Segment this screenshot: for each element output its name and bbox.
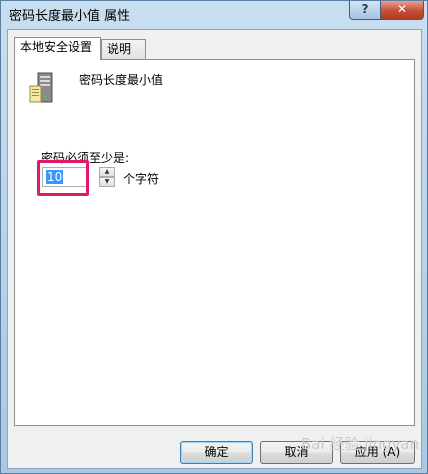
help-button[interactable]: ?	[349, 1, 381, 20]
window-title: 密码长度最小值 属性	[9, 9, 131, 24]
tab-explain[interactable]: 说明	[101, 39, 146, 59]
unit-label: 个字符	[123, 172, 160, 186]
close-button[interactable]: ✕	[380, 1, 424, 20]
ok-button[interactable]: 确定	[180, 441, 253, 464]
server-icon	[29, 72, 53, 103]
watermark: Bai 经验 jingyan	[301, 435, 420, 453]
properties-dialog: 密码长度最小值 属性 ? ✕ 本地安全设置 说明 密码长度最小值 密码必须至少是…	[0, 0, 428, 474]
dialog-body: 本地安全设置 说明 密码长度最小值 密码必须至少是: 10 ▲ ▼ 个字符 确定…	[7, 29, 422, 469]
spin-down-button[interactable]: ▼	[99, 177, 115, 187]
tab-panel: 密码长度最小值 密码必须至少是: 10 ▲ ▼ 个字符	[14, 59, 415, 426]
length-spinner[interactable]: ▲ ▼	[99, 167, 115, 187]
tab-local-security-setting[interactable]: 本地安全设置	[14, 37, 101, 60]
spin-up-button[interactable]: ▲	[99, 167, 115, 177]
policy-name: 密码长度最小值	[79, 73, 164, 87]
highlight-annotation	[37, 160, 89, 196]
title-bar[interactable]: 密码长度最小值 属性 ? ✕	[1, 1, 428, 27]
